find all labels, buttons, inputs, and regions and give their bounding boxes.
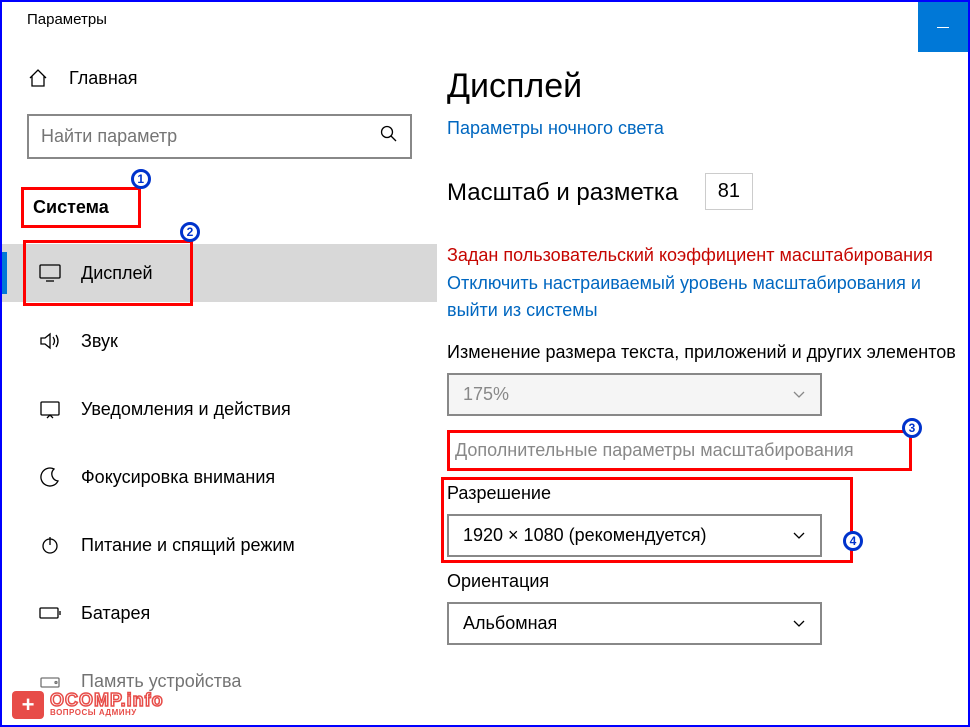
chevron-down-icon: [792, 613, 806, 634]
titlebar: Параметры: [2, 2, 968, 37]
main-panel: Дисплей Параметры ночного света Масштаб …: [437, 37, 968, 725]
nav-home[interactable]: Главная: [27, 67, 412, 89]
window-title: Параметры: [27, 11, 107, 28]
search-input-container[interactable]: [27, 114, 412, 159]
annotation-badge-2: 2: [180, 222, 200, 242]
settings-window: Параметры Главная Система 1: [0, 0, 970, 727]
nav-item-power-label: Питание и спящий режим: [81, 535, 295, 556]
resolution-select[interactable]: 1920 × 1080 (рекомендуется): [447, 514, 822, 557]
nav-item-battery[interactable]: Батарея: [2, 584, 437, 642]
search-input[interactable]: [41, 126, 398, 147]
nav-home-label: Главная: [69, 68, 138, 89]
orientation-select[interactable]: Альбомная: [447, 602, 822, 645]
annotation-badge-1: 1: [131, 169, 151, 189]
nav-item-focus-label: Фокусировка внимания: [81, 467, 275, 488]
nav-item-notifications[interactable]: Уведомления и действия: [2, 380, 437, 438]
nav-item-notifications-label: Уведомления и действия: [81, 399, 291, 420]
chevron-down-icon: [792, 525, 806, 546]
speaker-icon: [39, 331, 61, 351]
nav-item-sound-label: Звук: [81, 331, 118, 352]
power-icon: [39, 535, 61, 555]
watermark: + OCOMP.info ВОПРОСЫ АДМИНУ: [12, 691, 164, 719]
scale-select-value: 175%: [463, 384, 509, 405]
resolution-value: 1920 × 1080 (рекомендуется): [463, 525, 707, 546]
watermark-text: OCOMP.info: [50, 693, 164, 708]
resolution-label: Разрешение: [447, 483, 847, 504]
search-icon: [380, 125, 398, 148]
scale-value-box[interactable]: 81: [705, 173, 753, 210]
nav-item-storage-label: Память устройства: [81, 671, 241, 692]
night-light-link[interactable]: Параметры ночного света: [447, 118, 664, 138]
minimize-icon: [937, 27, 949, 28]
monitor-icon: [39, 264, 61, 282]
annotation-badge-4: 4: [843, 531, 863, 551]
nav-item-display[interactable]: Дисплей: [2, 244, 437, 302]
scale-select[interactable]: 175%: [447, 373, 822, 416]
content-area: Главная Система 1 Дисплей: [2, 37, 968, 725]
orientation-label: Ориентация: [447, 571, 968, 592]
nav-item-power[interactable]: Питание и спящий режим: [2, 516, 437, 574]
nav-item-sound[interactable]: Звук: [2, 312, 437, 370]
scale-warning: Задан пользовательский коэффициент масшт…: [447, 245, 968, 266]
sidebar-group-system: Система: [27, 189, 115, 226]
nav-item-focus[interactable]: Фокусировка внимания: [2, 448, 437, 506]
nav-item-battery-label: Батарея: [81, 603, 150, 624]
scale-heading: Масштаб и разметка: [447, 179, 678, 207]
home-icon: [27, 67, 49, 89]
page-title: Дисплей: [447, 67, 968, 106]
advanced-scaling-link[interactable]: Дополнительные параметры масштабирования: [447, 430, 912, 471]
sidebar: Главная Система 1 Дисплей: [2, 37, 437, 725]
scale-label: Изменение размера текста, приложений и д…: [447, 342, 968, 363]
disable-scaling-link[interactable]: Отключить настраиваемый уровень масштаби…: [447, 270, 927, 324]
nav-item-display-label: Дисплей: [81, 263, 153, 284]
moon-icon: [39, 467, 61, 487]
storage-icon: [39, 672, 61, 690]
chevron-down-icon: [792, 384, 806, 405]
notifications-icon: [39, 399, 61, 419]
battery-icon: [39, 606, 61, 620]
orientation-value: Альбомная: [463, 613, 557, 634]
annotation-badge-3: 3: [902, 418, 922, 438]
watermark-plus-icon: +: [12, 691, 44, 719]
